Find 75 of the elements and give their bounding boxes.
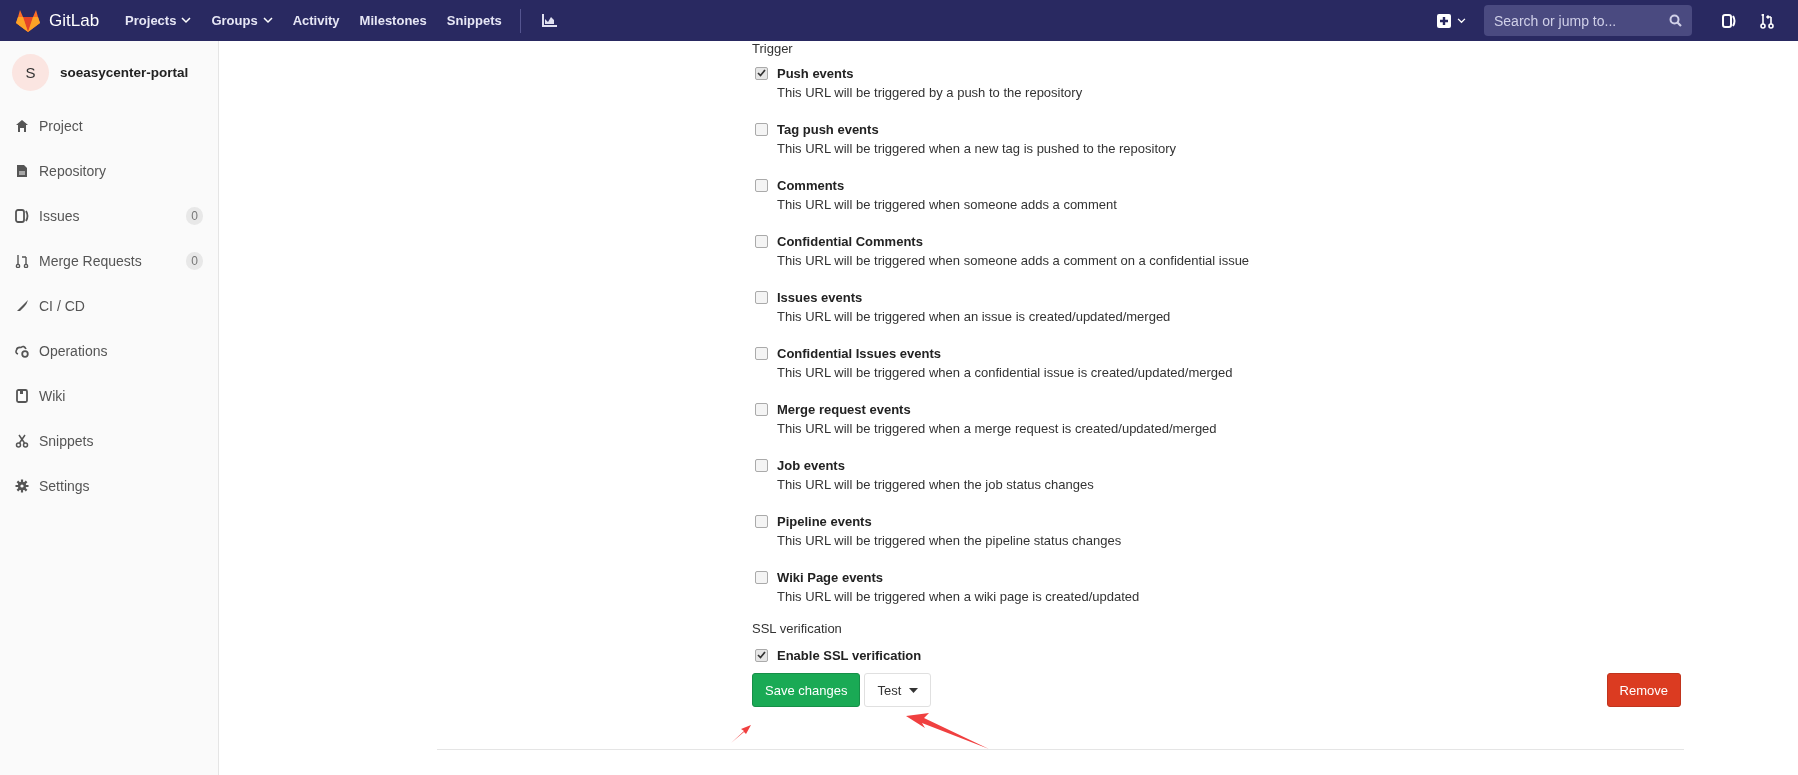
- checkbox[interactable]: [755, 122, 768, 136]
- brand-name[interactable]: GitLab: [49, 10, 100, 31]
- checkbox[interactable]: [755, 458, 768, 472]
- help-text: This URL will be triggered when the job status changes: [776, 476, 1095, 494]
- sidebar-item[interactable]: Repository: [39, 162, 203, 179]
- merge-request-icon[interactable]: [1760, 12, 1774, 29]
- issues-icon: [15, 208, 29, 223]
- help-text: This URL will be triggered when a merge request is created/updated/merged: [776, 420, 1218, 438]
- project-name[interactable]: soeasycenter-portal: [60, 64, 189, 80]
- checkbox-label[interactable]: Confidential Issues events: [777, 345, 941, 361]
- nav-link[interactable]: Activity: [292, 13, 340, 28]
- document-icon: [15, 163, 29, 178]
- chevron-down-icon: [262, 17, 273, 24]
- trigger-heading: Trigger: [752, 41, 794, 57]
- checkbox-label[interactable]: Issues events: [777, 289, 863, 305]
- checkbox-label[interactable]: Pipeline events: [777, 513, 872, 529]
- checkbox[interactable]: [755, 66, 768, 80]
- count-badge: 0: [186, 206, 203, 225]
- checkbox-label[interactable]: Push events: [777, 65, 854, 81]
- checkbox-label[interactable]: Enable SSL verification: [777, 647, 922, 663]
- settings-icon: [15, 478, 29, 493]
- nav-link[interactable]: Milestones: [359, 13, 427, 28]
- checkbox[interactable]: [755, 648, 768, 662]
- nav-link[interactable]: Projects: [125, 13, 192, 28]
- checkbox[interactable]: [755, 402, 768, 416]
- test-dropdown-button[interactable]: Test: [864, 673, 932, 707]
- checkbox[interactable]: [755, 178, 768, 192]
- checkbox-label[interactable]: Merge request events: [777, 401, 911, 417]
- help-text: This URL will be triggered when a wiki page is created/updated: [776, 588, 1141, 606]
- fox-logo-icon[interactable]: [15, 8, 41, 33]
- checkbox-label[interactable]: Comments: [777, 177, 845, 193]
- help-text: This URL will be triggered when a confidential issue is created/updated/merged: [776, 364, 1234, 382]
- checkbox-label[interactable]: Tag push events: [777, 121, 879, 137]
- checkbox[interactable]: [755, 234, 768, 248]
- help-text: This URL will be triggered by a push to the repository: [776, 84, 1084, 102]
- remove-button[interactable]: Remove: [1606, 673, 1681, 707]
- help-text: This URL will be triggered when the pipeline status changes: [776, 532, 1123, 550]
- sidebar-item[interactable]: Issues: [39, 207, 177, 224]
- checkbox[interactable]: [755, 570, 768, 584]
- merge-request-icon: [15, 253, 29, 268]
- sidebar-item[interactable]: Wiki: [39, 387, 203, 404]
- chevron-down-icon: [181, 17, 192, 24]
- sidebar-item[interactable]: Merge Requests: [39, 252, 177, 269]
- sidebar-item[interactable]: Snippets: [39, 432, 203, 449]
- count-badge: 0: [186, 251, 203, 270]
- checkbox[interactable]: [755, 514, 768, 528]
- letter-avatar[interactable]: S: [12, 53, 49, 91]
- search-icon: [1669, 14, 1682, 27]
- chevron-down-icon: [1457, 17, 1466, 24]
- checkbox[interactable]: [755, 346, 768, 360]
- caret-down-icon: [909, 687, 919, 693]
- scissors-icon: [15, 433, 29, 448]
- sidebar-item[interactable]: Project: [39, 117, 203, 134]
- cloud-gear-icon: [15, 343, 29, 358]
- checkbox-label[interactable]: Wiki Page events: [777, 569, 884, 585]
- chart-icon[interactable]: [540, 13, 557, 28]
- book-icon: [15, 388, 29, 403]
- ssl-heading: SSL verification: [752, 621, 843, 637]
- nav-link[interactable]: Snippets: [446, 13, 502, 28]
- checkbox[interactable]: [755, 290, 768, 304]
- issues-icon[interactable]: [1722, 12, 1736, 29]
- search-field[interactable]: Search or jump to...: [1484, 5, 1692, 36]
- checkbox-label[interactable]: Job events: [777, 457, 845, 473]
- sidebar-item[interactable]: Operations: [39, 342, 203, 359]
- nav-link[interactable]: Groups: [211, 13, 273, 28]
- sidebar-item[interactable]: CI / CD: [39, 297, 203, 314]
- help-text: This URL will be triggered when someone adds a comment: [776, 196, 1118, 214]
- plus-icon: [1437, 13, 1451, 28]
- sidebar-item[interactable]: Settings: [39, 477, 203, 494]
- new-dropdown-button[interactable]: [1437, 13, 1466, 28]
- home-icon: [15, 118, 29, 133]
- help-text: This URL will be triggered when a new tag is pushed to the repository: [776, 140, 1178, 158]
- help-text: This URL will be triggered when someone adds a comment on a confidential issue: [776, 252, 1251, 270]
- help-text: This URL will be triggered when an issue is created/updated/merged: [776, 308, 1172, 326]
- checkbox-label[interactable]: Confidential Comments: [777, 233, 923, 249]
